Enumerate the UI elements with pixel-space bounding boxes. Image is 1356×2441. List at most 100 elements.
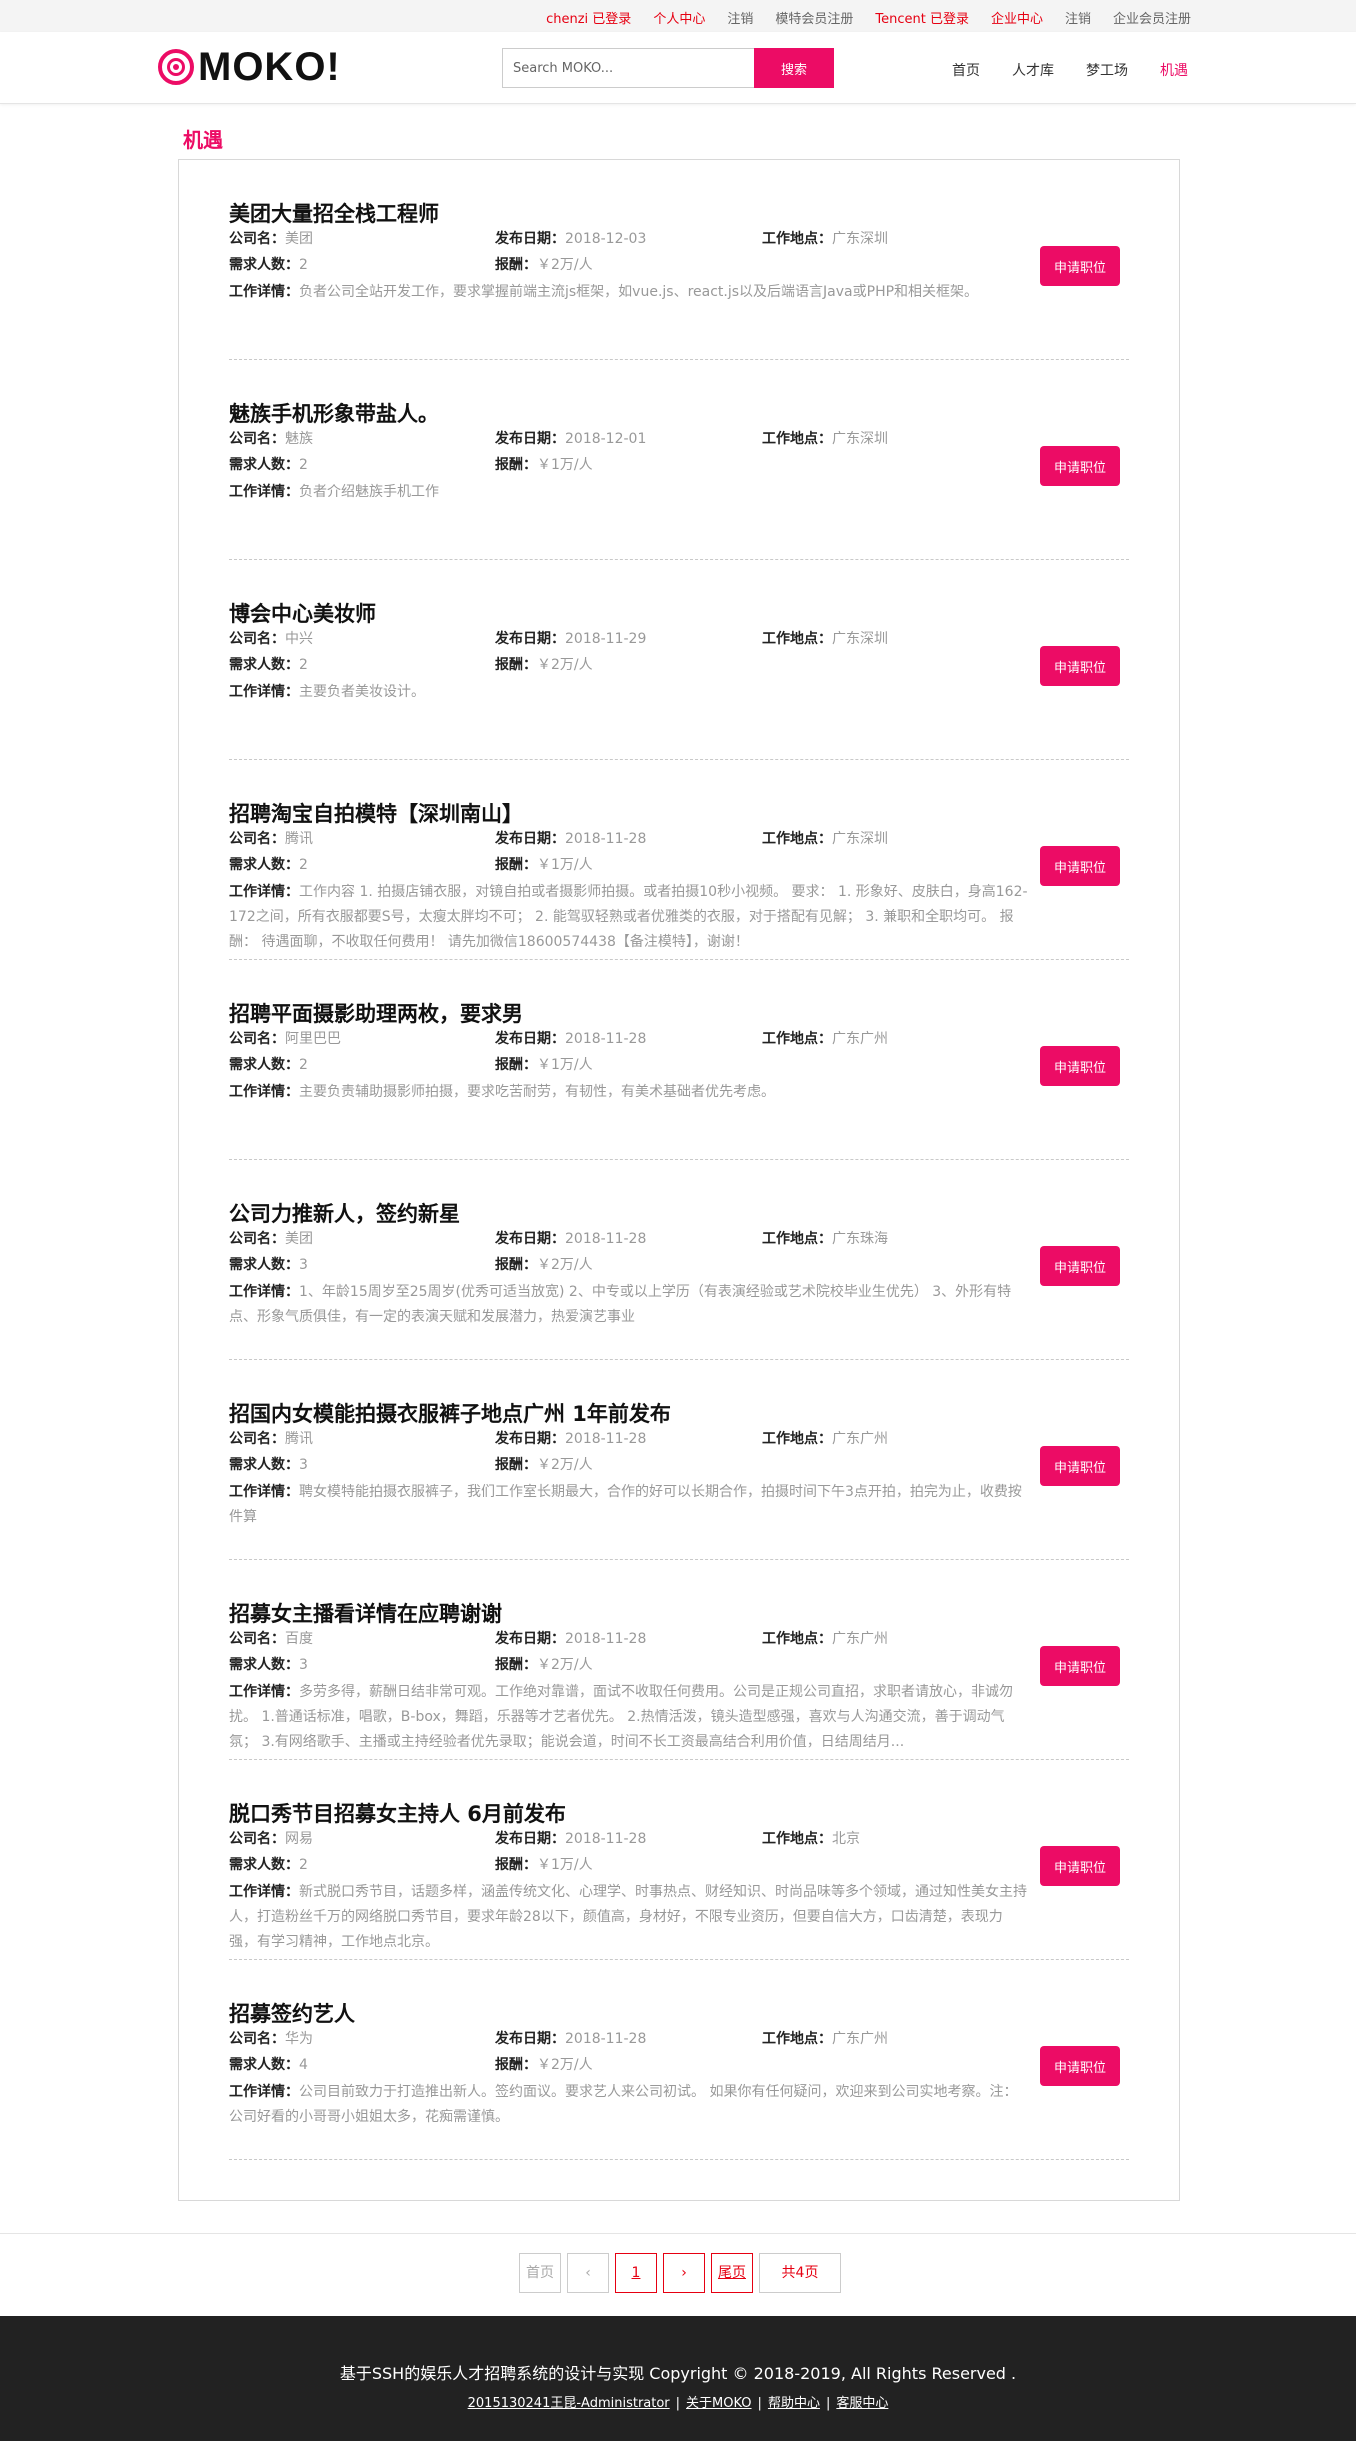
pay-value: ￥2万/人 bbox=[537, 1657, 593, 1673]
date-label: 发布日期： bbox=[495, 831, 565, 847]
nav-dream-factory[interactable]: 梦工场 bbox=[1086, 60, 1128, 80]
pay-label: 报酬： bbox=[495, 2057, 537, 2073]
job-title[interactable]: 招聘淘宝自拍模特【深圳南山】 bbox=[229, 798, 523, 828]
apply-button[interactable]: 申请职位 bbox=[1040, 246, 1120, 286]
location-label: 工作地点： bbox=[762, 831, 832, 847]
next-page-button[interactable]: › bbox=[663, 2253, 705, 2293]
job-detail: 工作详情：公司目前致力于打造推出新人。签约面议。要求艺人来公司初试。 如果你有任… bbox=[229, 2080, 1029, 2130]
count-row: 需求人数：4 bbox=[229, 2054, 308, 2074]
apply-button[interactable]: 申请职位 bbox=[1040, 2046, 1120, 2086]
footer-admin-link[interactable]: 2015130241王昆-Administrator bbox=[468, 2396, 670, 2411]
detail-text: 新式脱口秀节目，话题多样，涵盖传统文化、心理学、时事热点、财经知识、时尚品味等多… bbox=[229, 1884, 1027, 1950]
pay-value: ￥1万/人 bbox=[537, 457, 593, 473]
job-title[interactable]: 公司力推新人，签约新星 bbox=[229, 1198, 460, 1228]
apply-button[interactable]: 申请职位 bbox=[1040, 446, 1120, 486]
apply-button[interactable]: 申请职位 bbox=[1040, 1446, 1120, 1486]
job-title[interactable]: 美团大量招全栈工程师 bbox=[229, 198, 439, 228]
search-input[interactable] bbox=[502, 48, 754, 88]
last-page-button[interactable]: 尾页 bbox=[711, 2253, 753, 2293]
count-value: 2 bbox=[299, 257, 308, 273]
model-register-link[interactable]: 模特会员注册 bbox=[775, 8, 853, 27]
location-row: 工作地点：北京 bbox=[762, 1828, 860, 1848]
logo-text: MOKO! bbox=[198, 44, 341, 89]
location-row: 工作地点：广东珠海 bbox=[762, 1228, 888, 1248]
company-label: 公司名： bbox=[229, 1631, 285, 1647]
date-label: 发布日期： bbox=[495, 631, 565, 647]
apply-button[interactable]: 申请职位 bbox=[1040, 1846, 1120, 1886]
footer-about-link[interactable]: 关于MOKO bbox=[686, 2396, 752, 2411]
user-tencent-status[interactable]: Tencent 已登录 bbox=[875, 8, 969, 27]
date-row: 发布日期：2018-11-28 bbox=[495, 828, 646, 848]
job-item: 美团大量招全栈工程师 公司名：美团 发布日期：2018-12-03 工作地点：广… bbox=[229, 160, 1129, 360]
count-value: 2 bbox=[299, 457, 308, 473]
company-label: 公司名： bbox=[229, 1831, 285, 1847]
job-title[interactable]: 脱口秀节目招募女主持人 6月前发布 bbox=[229, 1798, 566, 1828]
apply-button[interactable]: 申请职位 bbox=[1040, 646, 1120, 686]
detail-text: 主要负者美妆设计。 bbox=[299, 684, 425, 700]
prev-page-button[interactable]: ‹ bbox=[567, 2253, 609, 2293]
job-item: 魅族手机形象带盐人。 公司名：魅族 发布日期：2018-12-01 工作地点：广… bbox=[229, 360, 1129, 560]
location-row: 工作地点：广东深圳 bbox=[762, 828, 888, 848]
nav-talent[interactable]: 人才库 bbox=[1012, 60, 1054, 80]
job-detail: 工作详情：1、年龄15周岁至25周岁(优秀可适当放宽) 2、中专或以上学历（有表… bbox=[229, 1280, 1029, 1330]
date-label: 发布日期： bbox=[495, 231, 565, 247]
job-detail: 工作详情：新式脱口秀节目，话题多样，涵盖传统文化、心理学、时事热点、财经知识、时… bbox=[229, 1880, 1029, 1955]
apply-button[interactable]: 申请职位 bbox=[1040, 1246, 1120, 1286]
company-row: 公司名：腾讯 bbox=[229, 1428, 313, 1448]
job-item: 招募签约艺人 公司名：华为 发布日期：2018-11-28 工作地点：广东广州 … bbox=[229, 1960, 1129, 2160]
job-title[interactable]: 招国内女模能拍摄衣服裤子地点广州 1年前发布 bbox=[229, 1398, 671, 1428]
apply-button[interactable]: 申请职位 bbox=[1040, 1646, 1120, 1686]
footer-links: 2015130241王昆-Administrator | 关于MOKO | 帮助中心 | 客… bbox=[0, 2392, 1356, 2411]
job-title[interactable]: 招募女主播看详情在应聘谢谢 bbox=[229, 1598, 502, 1628]
moko-logo[interactable]: MOKO! bbox=[158, 44, 341, 90]
count-label: 需求人数： bbox=[229, 257, 299, 273]
nav-home[interactable]: 首页 bbox=[952, 60, 980, 80]
nav-opportunities[interactable]: 机遇 bbox=[1160, 60, 1188, 80]
count-value: 2 bbox=[299, 1057, 308, 1073]
detail-text: 负者介绍魅族手机工作 bbox=[299, 484, 439, 500]
job-title[interactable]: 招聘平面摄影助理两枚，要求男 bbox=[229, 998, 523, 1028]
pay-label: 报酬： bbox=[495, 1057, 537, 1073]
job-item: 招聘淘宝自拍模特【深圳南山】 公司名：腾讯 发布日期：2018-11-28 工作… bbox=[229, 760, 1129, 960]
apply-button[interactable]: 申请职位 bbox=[1040, 846, 1120, 886]
footer-service-link[interactable]: 客服中心 bbox=[836, 2396, 888, 2411]
pay-row: 报酬：￥2万/人 bbox=[495, 654, 593, 674]
job-item: 招募女主播看详情在应聘谢谢 公司名：百度 发布日期：2018-11-28 工作地… bbox=[229, 1560, 1129, 1760]
date-value: 2018-11-29 bbox=[565, 631, 647, 647]
pay-row: 报酬：￥1万/人 bbox=[495, 1054, 593, 1074]
detail-text: 多劳多得，薪酬日结非常可观。工作绝对靠谱，面试不收取任何费用。公司是正规公司直招… bbox=[229, 1684, 1013, 1750]
date-label: 发布日期： bbox=[495, 1431, 565, 1447]
company-value: 网易 bbox=[285, 1831, 313, 1847]
detail-text: 工作内容 1. 拍摄店铺衣服，对镜自拍或者摄影师拍摄。或者拍摄10秒小视频。 要… bbox=[229, 884, 1028, 950]
search-button[interactable]: 搜索 bbox=[754, 48, 834, 88]
count-label: 需求人数： bbox=[229, 2057, 299, 2073]
pay-row: 报酬：￥2万/人 bbox=[495, 1254, 593, 1274]
user-chenzi-status[interactable]: chenzi 已登录 bbox=[546, 8, 631, 27]
job-title[interactable]: 博会中心美妆师 bbox=[229, 598, 376, 628]
company-row: 公司名：美团 bbox=[229, 1228, 313, 1248]
job-item: 招聘平面摄影助理两枚，要求男 公司名：阿里巴巴 发布日期：2018-11-28 … bbox=[229, 960, 1129, 1160]
detail-text: 1、年龄15周岁至25周岁(优秀可适当放宽) 2、中专或以上学历（有表演经验或艺… bbox=[229, 1284, 1012, 1325]
job-title[interactable]: 魅族手机形象带盐人。 bbox=[229, 398, 439, 428]
pay-value: ￥2万/人 bbox=[537, 257, 593, 273]
company-row: 公司名：百度 bbox=[229, 1628, 313, 1648]
count-row: 需求人数：2 bbox=[229, 1854, 308, 1874]
footer-help-link[interactable]: 帮助中心 bbox=[768, 2396, 820, 2411]
job-detail: 工作详情：多劳多得，薪酬日结非常可观。工作绝对靠谱，面试不收取任何费用。公司是正… bbox=[229, 1680, 1029, 1755]
job-detail: 工作详情：聘女模特能拍摄衣服裤子，我们工作室长期最大，合作的好可以长期合作，拍摄… bbox=[229, 1480, 1029, 1530]
enterprise-center-link[interactable]: 企业中心 bbox=[991, 8, 1043, 27]
job-title[interactable]: 招募签约艺人 bbox=[229, 1998, 355, 2028]
enterprise-logout-link[interactable]: 注销 bbox=[1065, 8, 1091, 27]
pay-row: 报酬：￥1万/人 bbox=[495, 854, 593, 874]
enterprise-register-link[interactable]: 企业会员注册 bbox=[1113, 8, 1191, 27]
page-1-button[interactable]: 1 bbox=[615, 2253, 657, 2293]
apply-button[interactable]: 申请职位 bbox=[1040, 1046, 1120, 1086]
first-page-button[interactable]: 首页 bbox=[519, 2253, 561, 2293]
personal-center-link[interactable]: 个人中心 bbox=[653, 8, 705, 27]
count-label: 需求人数： bbox=[229, 1657, 299, 1673]
pay-value: ￥1万/人 bbox=[537, 1857, 593, 1873]
pay-value: ￥2万/人 bbox=[537, 2057, 593, 2073]
logout-link[interactable]: 注销 bbox=[727, 8, 753, 27]
company-row: 公司名：美团 bbox=[229, 228, 313, 248]
date-label: 发布日期： bbox=[495, 431, 565, 447]
